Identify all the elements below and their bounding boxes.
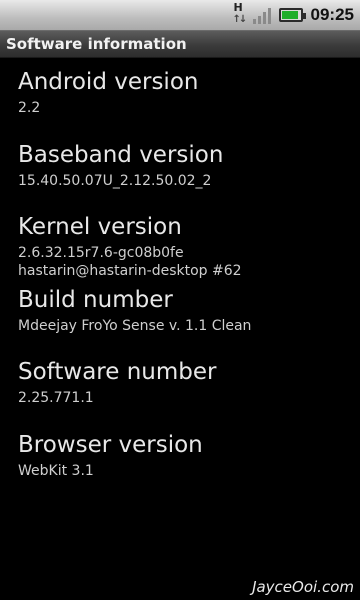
info-item-value: 2.25.771.1 bbox=[18, 389, 348, 407]
data-arrows-icon: ↑↓ bbox=[232, 14, 248, 25]
info-item-value-line: 15.40.50.07U_2.12.50.02_2 bbox=[18, 172, 212, 189]
info-item-label: Software number bbox=[18, 359, 217, 385]
info-item-baseband-version[interactable]: Baseband version 15.40.50.07U_2.12.50.02_… bbox=[18, 135, 348, 208]
battery-icon bbox=[278, 8, 306, 22]
network-type-label: H bbox=[233, 1, 243, 14]
info-item-label: Android version bbox=[18, 69, 199, 95]
software-info-list: Android version 2.2 Baseband version 15.40.… bbox=[18, 62, 348, 497]
info-item-value-line: 2.2 bbox=[18, 100, 41, 116]
info-item-value-line: WebKit 3.1 bbox=[18, 462, 94, 479]
battery-fill bbox=[281, 11, 298, 19]
info-item-label: Build number bbox=[18, 286, 173, 313]
clock: 09:25 bbox=[310, 5, 354, 24]
info-item-value: Mdeejay FroYo Sense v. 1.1 Clean bbox=[18, 317, 348, 335]
info-item-value: 2.2 bbox=[18, 99, 348, 117]
info-item-label: Baseband version bbox=[18, 141, 224, 168]
page-title: Software information bbox=[6, 35, 187, 53]
info-item-value-line: 2.6.32.15r7.6-gc08b0fe bbox=[18, 245, 184, 261]
info-item-build-number[interactable]: Build number Mdeejay FroYo Sense v. 1.1 C… bbox=[18, 280, 348, 353]
info-item-value: 15.40.50.07U_2.12.50.02_2 bbox=[18, 172, 348, 190]
info-item-browser-version[interactable]: Browser version WebKit 3.1 bbox=[18, 425, 348, 498]
info-item-kernel-version[interactable]: Kernel version 2.6.32.15r7.6-gc08b0fe hast… bbox=[18, 207, 348, 280]
screen-title-bar: Software information bbox=[0, 30, 360, 58]
info-item-value-line: 2.25.771.1 bbox=[18, 390, 94, 406]
network-type-indicator: H ↑↓ bbox=[231, 1, 248, 28]
info-item-label: Kernel version bbox=[18, 214, 182, 240]
signal-strength-icon bbox=[252, 6, 271, 24]
info-item-value: WebKit 3.1 bbox=[18, 462, 348, 480]
info-item-label: Browser version bbox=[18, 431, 203, 458]
info-item-value: 2.6.32.15r7.6-gc08b0fe hastarin@hastarin-… bbox=[18, 244, 348, 280]
info-item-value-line: hastarin@hastarin-desktop #62 bbox=[18, 263, 242, 279]
info-item-value-line: Mdeejay FroYo Sense v. 1.1 Clean bbox=[18, 317, 252, 334]
info-item-software-number[interactable]: Software number 2.25.771.1 bbox=[18, 352, 348, 425]
status-bar: H ↑↓ 09:25 bbox=[0, 0, 360, 30]
watermark: JayceOoi.com bbox=[252, 578, 354, 596]
info-item-android-version[interactable]: Android version 2.2 bbox=[18, 62, 348, 135]
